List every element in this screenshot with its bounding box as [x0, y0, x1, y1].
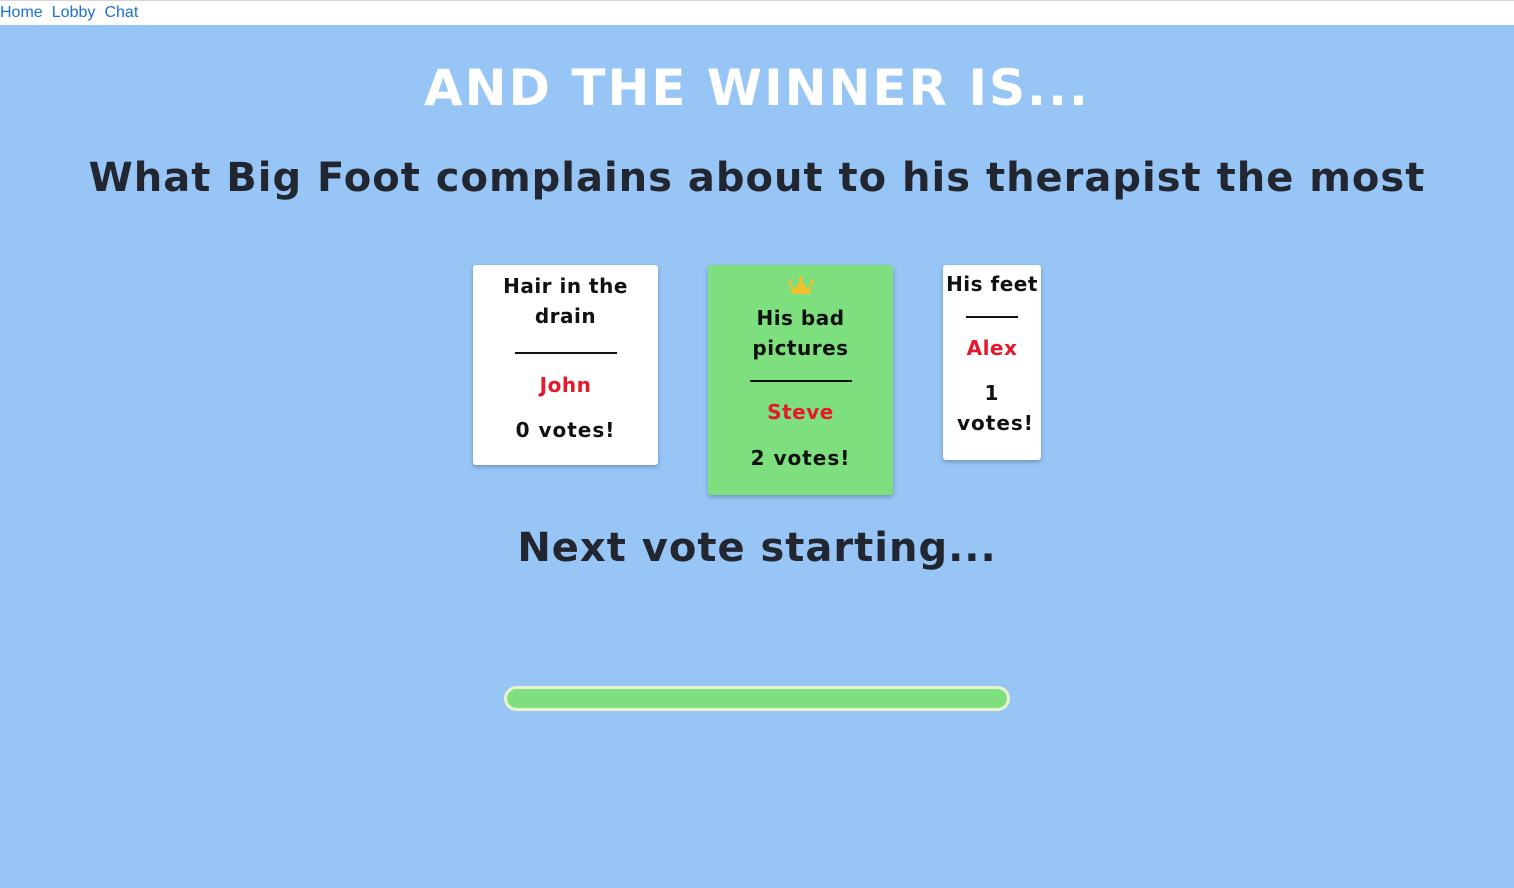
nav-links: Home Lobby Chat — [0, 2, 142, 24]
answer-text: Hair in the drain — [503, 274, 628, 328]
answer-card-alex: His feet Alex 1 votes! — [943, 265, 1041, 460]
vote-count: 0 votes! — [515, 418, 616, 442]
countdown-progress-bar — [504, 686, 1010, 711]
divider — [749, 380, 852, 382]
answer-card-steve: His bad pictures Steve 2 votes! — [708, 265, 893, 495]
crown-icon — [708, 275, 893, 301]
winner-heading: AND THE WINNER IS... — [423, 59, 1091, 117]
author-name: Steve — [767, 400, 834, 424]
author-name: Alex — [966, 336, 1018, 360]
answer-card-john: Hair in the drain John 0 votes! — [473, 265, 658, 465]
author-name: John — [539, 373, 592, 397]
nav-link-lobby[interactable]: Lobby — [52, 4, 96, 21]
question-prompt: What Big Foot complains about to his the… — [88, 155, 1426, 201]
vote-count: 1 votes! — [957, 381, 1034, 435]
top-nav: Home Lobby Chat — [0, 0, 1514, 25]
answer-text: His feet — [946, 272, 1038, 296]
nav-link-home[interactable]: Home — [0, 4, 43, 21]
divider — [514, 352, 617, 354]
next-vote-status: Next vote starting... — [517, 525, 997, 571]
progress-fill — [507, 689, 1007, 708]
answer-text: His bad pictures — [752, 306, 849, 360]
divider — [966, 316, 1018, 318]
results-stage: AND THE WINNER IS... What Big Foot compl… — [0, 25, 1514, 888]
nav-link-chat[interactable]: Chat — [104, 4, 138, 21]
vote-count: 2 votes! — [750, 446, 851, 470]
